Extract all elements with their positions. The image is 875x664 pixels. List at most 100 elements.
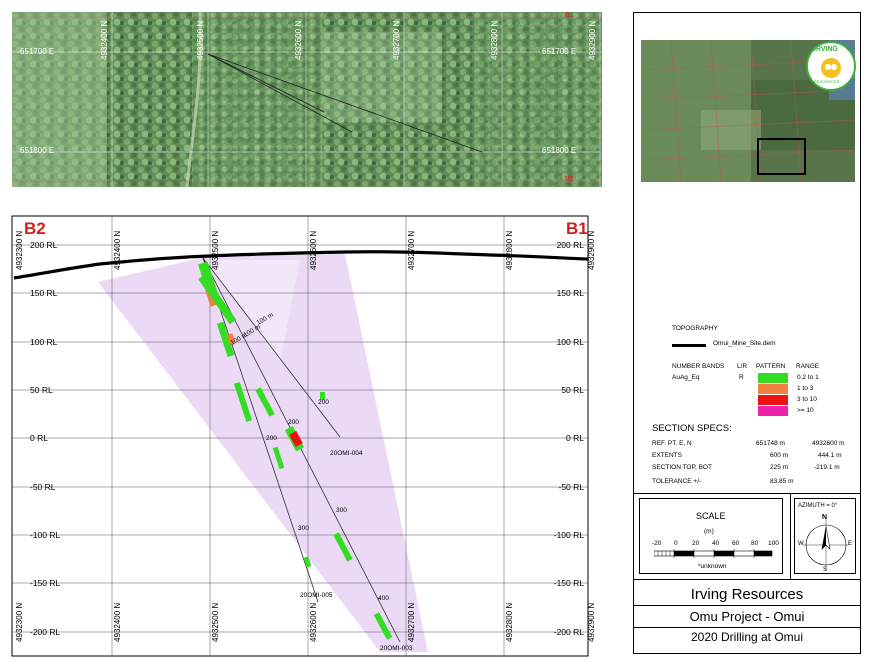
spec-value: 651748 m — [756, 440, 785, 447]
divider — [634, 493, 860, 494]
rl-label: 200 RL — [30, 240, 58, 250]
section-b1-label: B1 — [566, 219, 588, 238]
northing-label: 4932700 N — [407, 231, 416, 270]
range-swatch-3 — [758, 395, 788, 405]
range-swatch-4 — [758, 406, 788, 416]
northing-label: 4932900 N — [587, 231, 596, 270]
pattern-header: PATTERN — [756, 363, 786, 370]
spec-label: REF. PT. E, N — [652, 440, 692, 447]
northing-label: 4932600 N — [309, 603, 318, 642]
plan-northing-label: 4932400 N — [100, 20, 109, 60]
range-label: 1 to 3 — [797, 385, 814, 392]
depth-label: 400 — [378, 595, 389, 602]
rl-label: -150 RL — [554, 578, 585, 588]
spec-value: 4932600 m — [812, 440, 845, 447]
depth-label: 200 — [318, 399, 329, 406]
divider — [790, 493, 791, 579]
divider — [634, 627, 860, 628]
northing-label: 4932500 N — [211, 603, 220, 642]
spec-value: 600 m — [770, 452, 789, 459]
rl-label: -100 RL — [30, 530, 61, 540]
lr-header: L/R — [737, 363, 748, 370]
legend-sidebar: IRVING RESOURCES TOPOGRAPHY Omui_Mine_Si… — [633, 12, 861, 654]
title-company: Irving Resources — [690, 586, 804, 603]
logo-subtext: RESOURCES — [814, 79, 840, 84]
scale-title: SCALE — [696, 511, 726, 521]
azimuth-n: N — [822, 514, 828, 521]
rl-label: 150 RL — [30, 288, 58, 298]
northing-label: 4932600 N — [309, 231, 318, 270]
northing-label: 4932800 N — [505, 231, 514, 270]
azimuth-box: AZIMUTH = 0° N S W E — [794, 498, 856, 574]
azimuth-s: S — [823, 567, 828, 573]
rl-label: 0 RL — [566, 433, 584, 443]
cross-section: B2 B1 200 RL 150 RL 100 RL 50 RL 0 RL -5… — [11, 215, 596, 657]
spec-value: -219.1 m — [814, 464, 840, 471]
plan-b2-marker: B2 — [565, 176, 574, 183]
scale-box: SCALE (m) -20 0 20 40 60 80 100 *unknown — [639, 498, 783, 574]
rl-label: 0 RL — [30, 433, 48, 443]
plan-view-imagery: 651700 E 651700 E 651800 E 651800 E B1 B… — [12, 12, 602, 187]
rl-label: -50 RL — [30, 482, 56, 492]
northing-label: 4932400 N — [113, 603, 122, 642]
scale-unit: (m) — [704, 528, 714, 535]
plan-northing-label: 4932500 N — [196, 20, 205, 60]
depth-label: 200 — [266, 435, 277, 442]
spec-label: TOLERANCE +/- — [652, 478, 702, 485]
northing-label: 4932300 N — [15, 603, 24, 642]
plan-northing-label: 4932600 N — [294, 20, 303, 60]
scale-tick: 40 — [712, 540, 720, 547]
range-label: 0.2 to 1 — [797, 374, 819, 381]
bands-header: NUMBER BANDS — [672, 363, 725, 370]
hole-name-label: 20OMI-003 — [380, 645, 413, 652]
range-header: RANGE — [796, 363, 820, 370]
range-swatch-2 — [758, 384, 788, 394]
azimuth-label: AZIMUTH = 0° — [798, 503, 838, 509]
plan-northing-label: 4932700 N — [392, 20, 401, 60]
spec-value: 83.85 m — [770, 478, 794, 485]
range-label: >= 10 — [797, 407, 814, 414]
plan-easting-label: 651800 E — [542, 146, 577, 155]
plan-northing-label: 4932900 N — [588, 20, 597, 60]
scale-tick: 0 — [674, 540, 678, 547]
divider — [634, 579, 860, 580]
section-b2-label: B2 — [24, 219, 46, 238]
scale-tick: 20 — [692, 540, 700, 547]
spec-label: EXTENTS — [652, 452, 682, 459]
northing-label: 4932900 N — [587, 603, 596, 642]
rl-label: 200 RL — [557, 240, 585, 250]
azimuth-w: W — [798, 541, 804, 547]
spec-value: 444.1 m — [818, 452, 842, 459]
band-side: R — [739, 374, 744, 381]
title-project: Omu Project - Omui — [689, 609, 805, 624]
rl-label: 100 RL — [30, 337, 58, 347]
scale-tick: 100 — [768, 540, 779, 547]
scale-tick: 80 — [751, 540, 759, 547]
band-name: AuAg_Eq — [672, 374, 700, 381]
plan-b1-marker: B1 — [565, 12, 574, 19]
plan-easting-label: 651800 E — [20, 146, 55, 155]
northing-label: 4932300 N — [15, 231, 24, 270]
plan-easting-label: 651700 E — [542, 47, 577, 56]
spec-value: 225 m — [770, 464, 789, 471]
rl-label: -150 RL — [30, 578, 61, 588]
northing-label: 4932500 N — [211, 231, 220, 270]
range-label: 3 to 10 — [797, 396, 817, 403]
hole-name-label: 20OMI-004 — [330, 450, 363, 457]
rl-label: -200 RL — [554, 627, 585, 637]
range-swatch-1 — [758, 373, 788, 383]
rl-label: -200 RL — [30, 627, 61, 637]
northing-label: 4932700 N — [407, 603, 416, 642]
topography-title: TOPOGRAPHY — [672, 325, 718, 332]
rl-label: 150 RL — [557, 288, 585, 298]
plan-easting-label: 651700 E — [20, 47, 55, 56]
scale-tick: 60 — [732, 540, 740, 547]
topography-swatch — [672, 344, 706, 347]
topography-item: Omui_Mine_Site.dem — [713, 340, 776, 347]
rl-label: -100 RL — [554, 530, 585, 540]
azimuth-e: E — [848, 541, 853, 547]
spec-label: SECTION TOP, BOT — [652, 464, 712, 471]
rl-label: 50 RL — [30, 385, 53, 395]
depth-label: 300 — [336, 507, 347, 514]
northing-label: 4932800 N — [505, 603, 514, 642]
